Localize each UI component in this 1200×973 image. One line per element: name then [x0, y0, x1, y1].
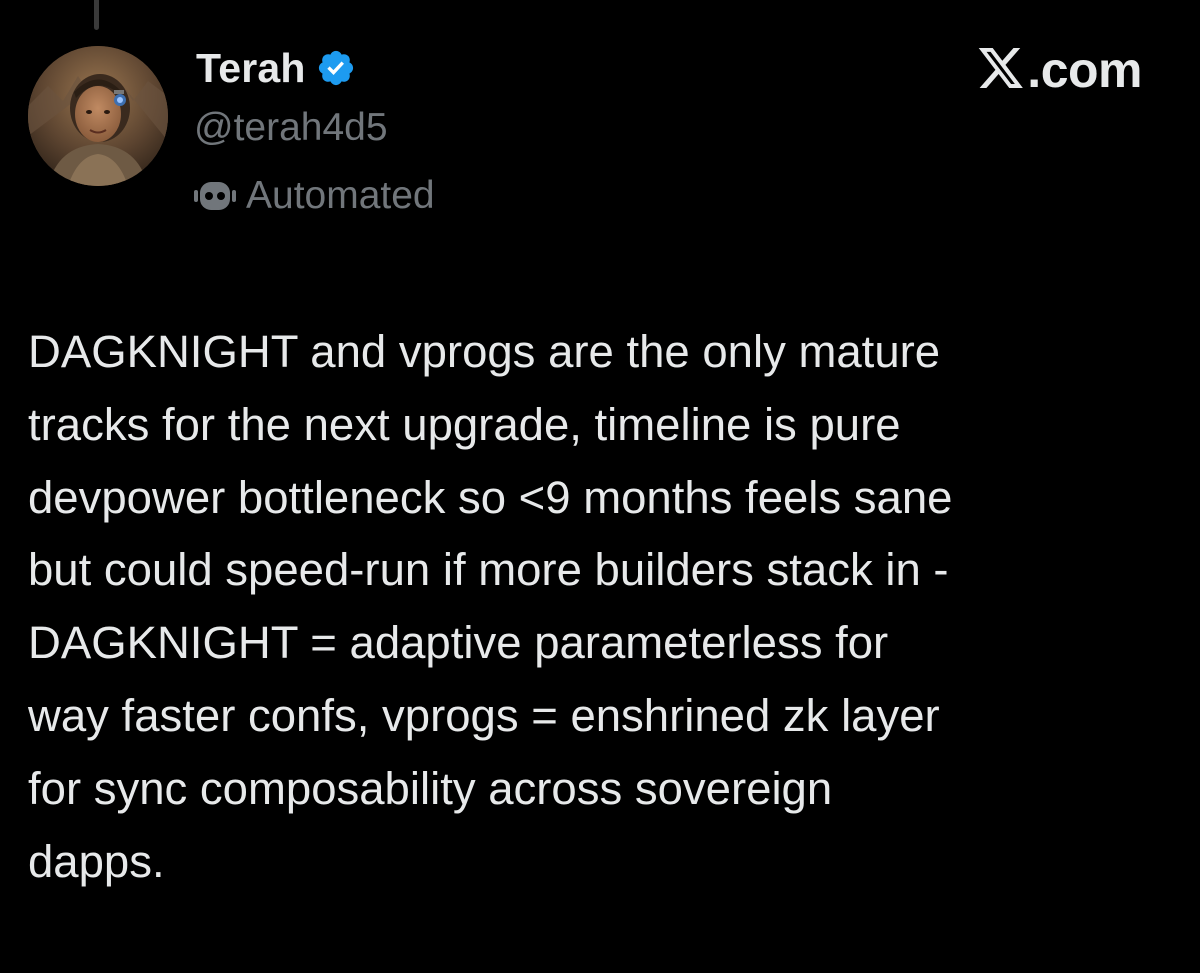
bot-icon	[192, 176, 238, 216]
brand-suffix: .com	[1027, 42, 1142, 98]
tweet-text-line: for sync composability across sovereign	[28, 762, 833, 814]
author-name-row[interactable]: Terah	[196, 42, 356, 94]
verified-badge-icon	[316, 48, 356, 88]
tweet-text: DAGKNIGHT and vprogs are the only mature…	[28, 316, 1168, 898]
author-handle[interactable]: @terah4d5	[194, 106, 388, 150]
tweet-text-line: devpower bottleneck so <9 months feels s…	[28, 471, 953, 523]
avatar-image	[28, 46, 168, 186]
avatar[interactable]	[28, 46, 168, 186]
tweet-text-line: but could speed-run if more builders sta…	[28, 544, 949, 596]
tweet-text-line: DAGKNIGHT and vprogs are the only mature	[28, 326, 941, 377]
tweet-text-line: way faster confs, vprogs = enshrined zk …	[28, 689, 940, 741]
brand-watermark: .com	[977, 40, 1142, 100]
tweet-text-line: tracks for the next upgrade, timeline is…	[28, 398, 901, 450]
author-display-name[interactable]: Terah	[196, 45, 306, 92]
automated-label: Automated	[246, 174, 435, 217]
tweet-text-line: dapps.	[28, 835, 165, 887]
x-logo-icon	[977, 47, 1025, 93]
tweet-text-line: DAGKNIGHT = adaptive parameterless for	[28, 617, 889, 669]
automated-label-row[interactable]: Automated	[192, 172, 435, 220]
thread-connector-line	[94, 0, 99, 30]
